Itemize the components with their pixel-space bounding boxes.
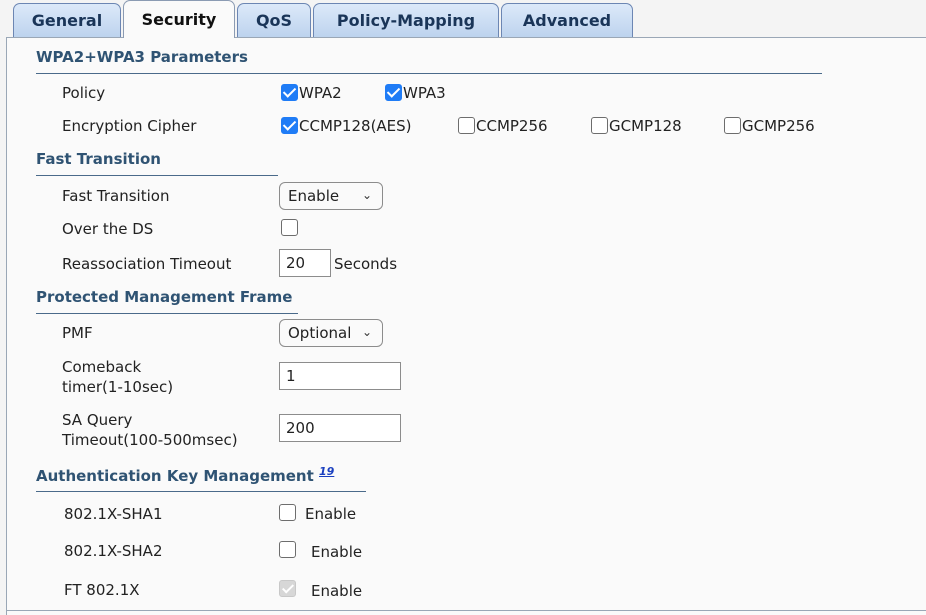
sha1-enable-checkbox[interactable]	[279, 504, 296, 521]
seconds-label: Seconds	[334, 255, 398, 273]
ft-8021x-enable-checkbox[interactable]	[279, 580, 296, 597]
pmf-label: PMF	[62, 324, 93, 342]
ccmp256-checkbox[interactable]	[458, 117, 475, 134]
comeback-timer-label-line2: timer(1-10sec)	[62, 378, 174, 396]
gcmp256-checkbox[interactable]	[724, 117, 741, 134]
comeback-timer-value: 1	[286, 367, 296, 385]
wpa3-label: WPA3	[403, 84, 446, 102]
encryption-cipher-label: Encryption Cipher	[62, 117, 197, 135]
tab-security[interactable]: Security	[123, 0, 235, 38]
gcmp256-label: GCMP256	[742, 117, 815, 135]
akm-title-text: Authentication Key Management	[36, 467, 314, 485]
akm-section-title: Authentication Key Management 19	[36, 465, 334, 485]
akm-section-divider	[36, 491, 366, 492]
reassociation-timeout-label: Reassociation Timeout	[62, 255, 232, 273]
fast-transition-select[interactable]: Enable ⌄	[279, 182, 383, 210]
comeback-timer-input[interactable]: 1	[279, 362, 401, 390]
reassociation-timeout-value: 20	[286, 254, 306, 272]
ccmp256-label: CCMP256	[476, 117, 548, 135]
tab-general[interactable]: General	[13, 3, 121, 37]
akm-footnote-link[interactable]: 19	[319, 465, 334, 478]
gcmp128-checkbox[interactable]	[591, 117, 608, 134]
sha2-label: 802.1X-SHA2	[64, 542, 163, 560]
wpa-section-divider	[36, 73, 822, 74]
sa-query-timeout-input[interactable]: 200	[279, 414, 401, 442]
over-the-ds-checkbox[interactable]	[281, 219, 298, 236]
sha1-enable-label: Enable	[305, 505, 357, 523]
sa-query-timeout-label-line2: Timeout(100-500msec)	[62, 431, 238, 449]
ft-8021x-enable-label: Enable	[311, 582, 363, 600]
sha2-enable-checkbox[interactable]	[279, 541, 296, 558]
ft-8021x-label: FT 802.1X	[64, 581, 140, 599]
pmf-section-divider	[36, 313, 298, 314]
pmf-select[interactable]: Optional ⌄	[279, 319, 383, 347]
ccmp128-checkbox[interactable]	[281, 117, 298, 134]
tab-qos[interactable]: QoS	[237, 3, 311, 37]
ccmp128-label: CCMP128(AES)	[299, 117, 412, 135]
chevron-down-icon: ⌄	[361, 188, 372, 202]
over-the-ds-label: Over the DS	[62, 220, 154, 238]
tab-policy-mapping[interactable]: Policy-Mapping	[313, 3, 499, 37]
pmf-value: Optional	[288, 324, 352, 342]
tab-bar: General Security QoS Policy-Mapping Adva…	[0, 0, 926, 38]
wpa3-checkbox[interactable]	[385, 84, 402, 101]
reassociation-timeout-input[interactable]: 20	[279, 249, 331, 277]
wpa2-checkbox[interactable]	[281, 84, 298, 101]
fast-transition-label: Fast Transition	[62, 187, 170, 205]
sha2-enable-label: Enable	[311, 543, 363, 561]
sa-query-timeout-value: 200	[286, 419, 315, 437]
policy-label: Policy	[62, 84, 106, 102]
gcmp128-label: GCMP128	[609, 117, 682, 135]
tab-advanced[interactable]: Advanced	[501, 3, 633, 37]
chevron-down-icon: ⌄	[361, 325, 372, 339]
fast-transition-section-title: Fast Transition	[36, 150, 161, 168]
fast-transition-section-divider	[36, 175, 278, 176]
pmf-section-title: Protected Management Frame	[36, 288, 293, 306]
comeback-timer-label-line1: Comeback	[62, 358, 142, 376]
wpa2-label: WPA2	[299, 84, 342, 102]
wpa-section-title: WPA2+WPA3 Parameters	[36, 48, 248, 66]
sha1-label: 802.1X-SHA1	[64, 505, 163, 523]
fast-transition-value: Enable	[288, 187, 340, 205]
panel-bottom-divider	[6, 610, 926, 611]
sa-query-timeout-label-line1: SA Query	[62, 411, 133, 429]
